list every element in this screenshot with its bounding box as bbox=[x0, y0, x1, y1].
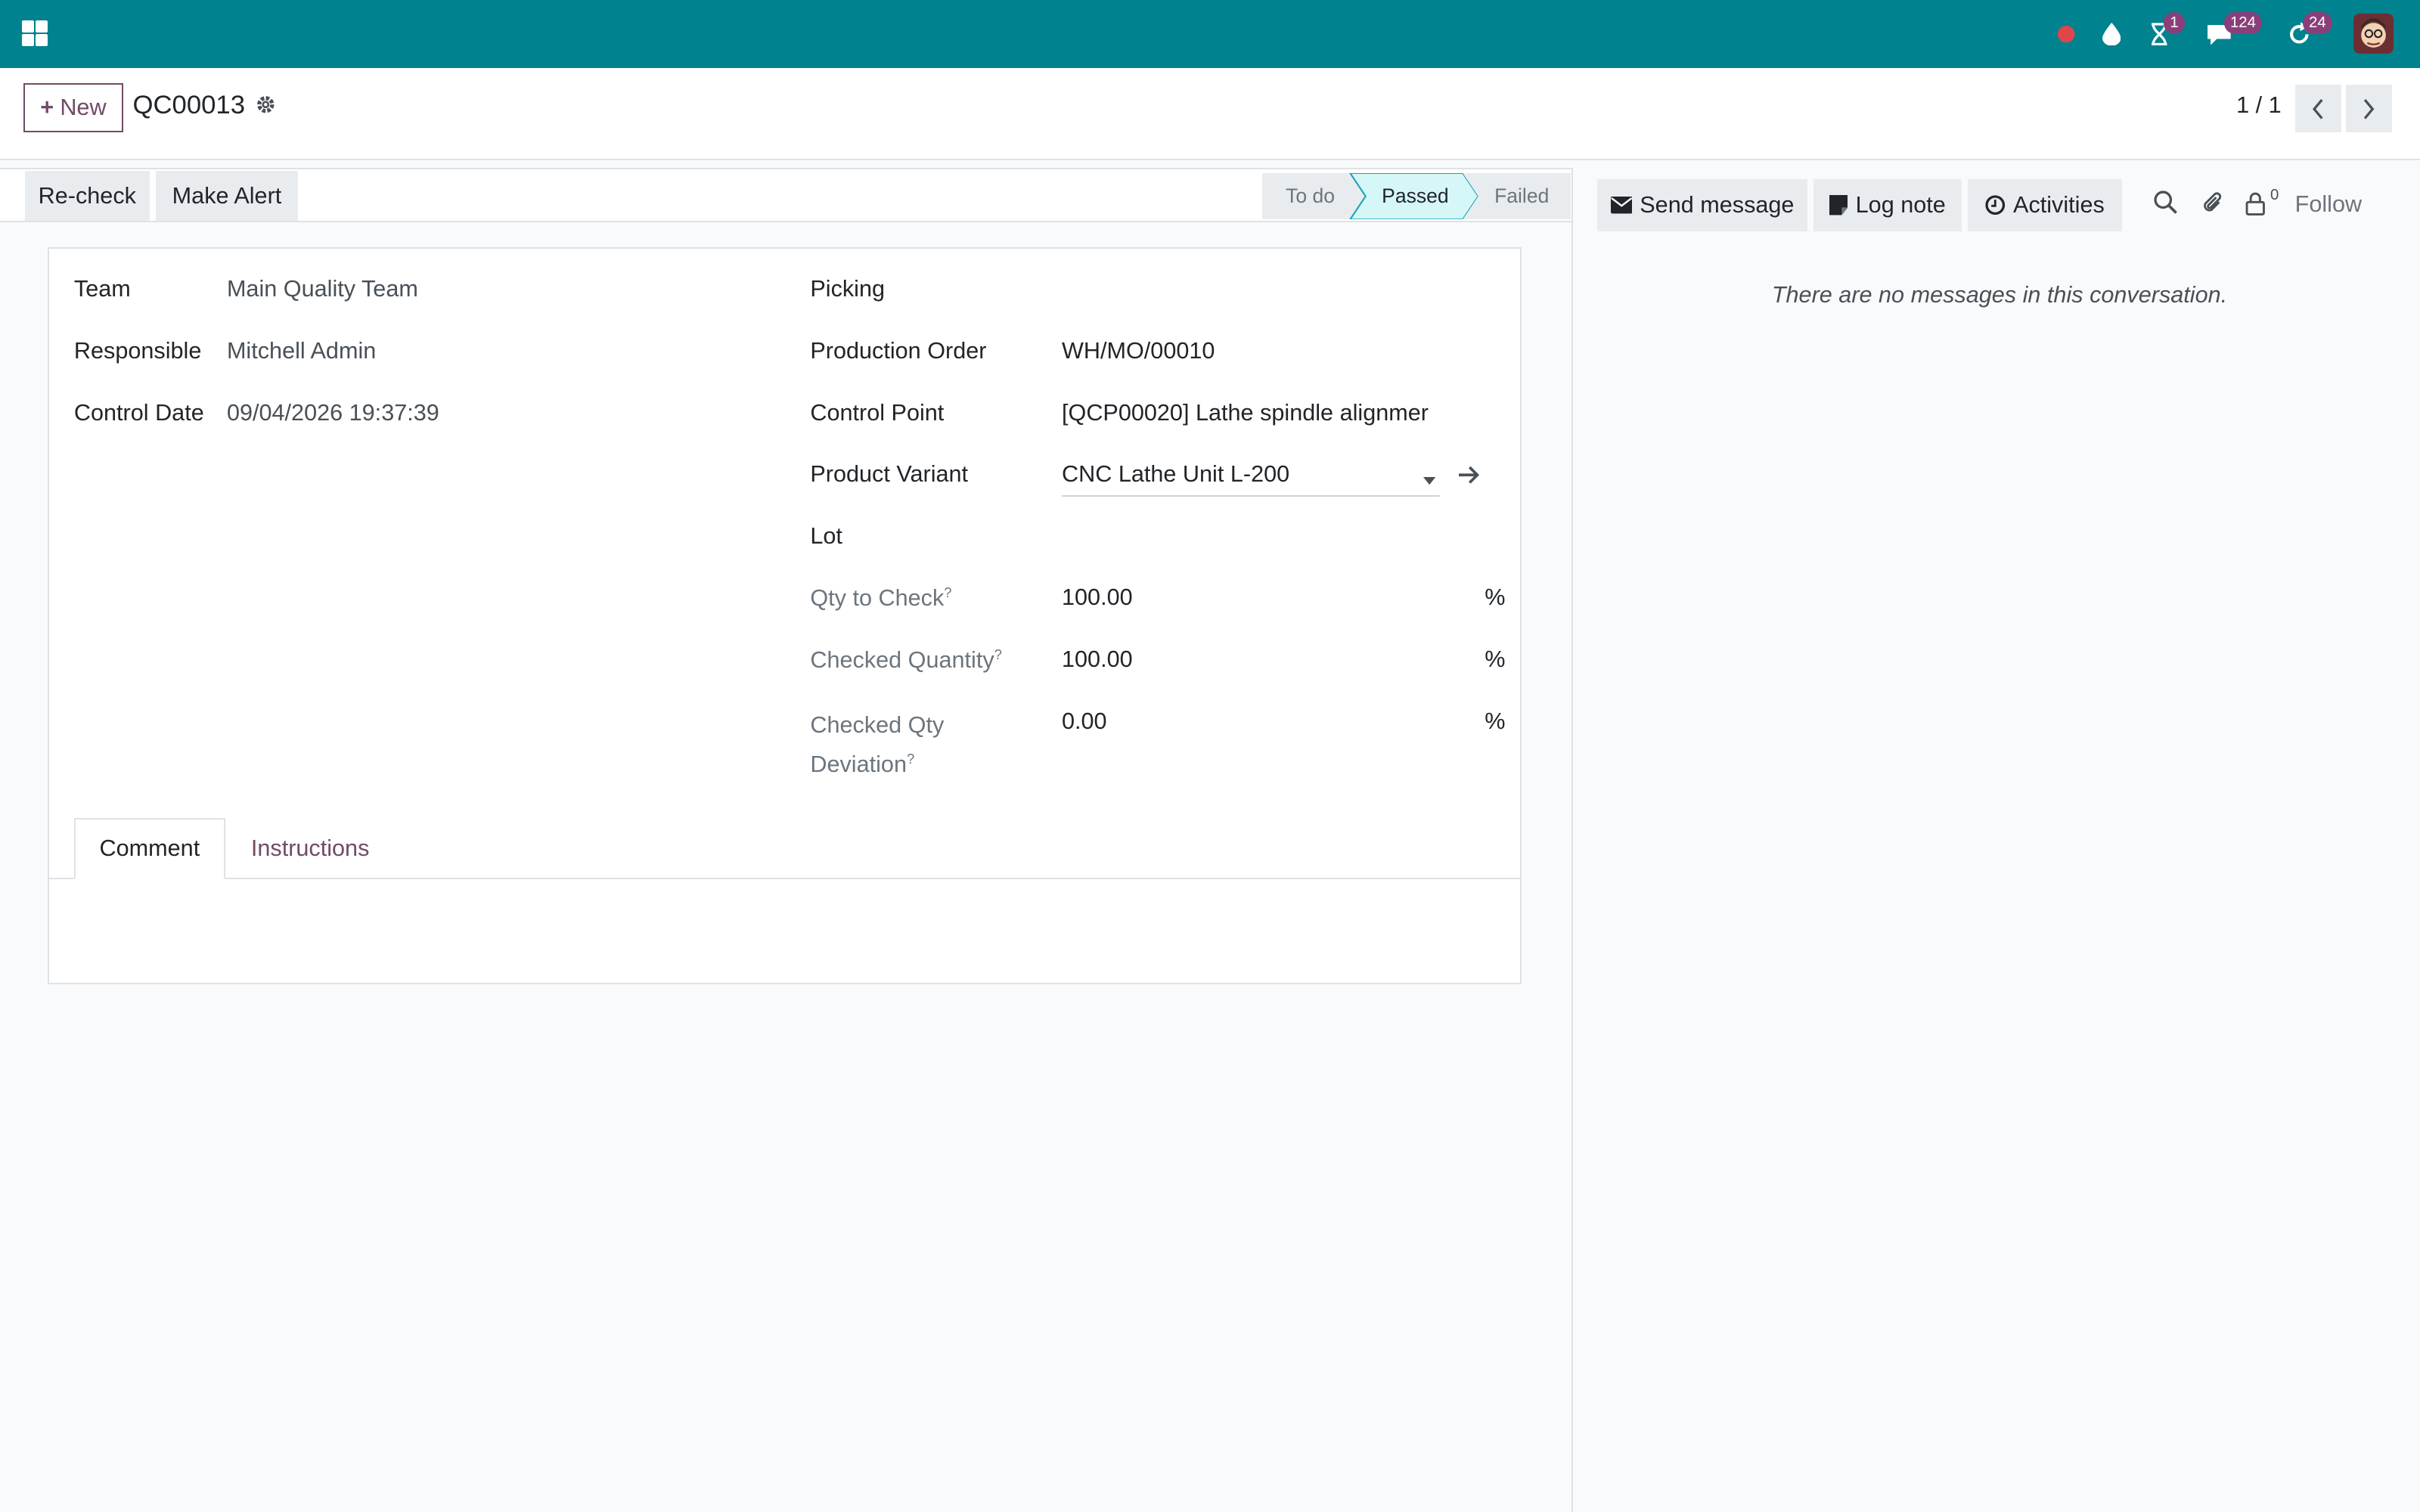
activities-label: Activities bbox=[2013, 191, 2105, 218]
send-message-label: Send message bbox=[1640, 191, 1795, 218]
followers-count: 0 bbox=[2270, 186, 2279, 203]
form-statusbar: Re-check Make Alert To do Passed Failed bbox=[0, 168, 1571, 222]
note-icon bbox=[1829, 195, 1848, 215]
app-menu-icon[interactable] bbox=[21, 20, 48, 47]
production-order-field[interactable]: WH/MO/00010 bbox=[1062, 338, 1215, 364]
team-label: Team bbox=[73, 276, 131, 302]
stage-passed[interactable]: Passed bbox=[1364, 173, 1466, 219]
updates-refresh-icon[interactable]: 24 bbox=[2282, 0, 2332, 68]
responsible-label: Responsible bbox=[73, 337, 202, 364]
product-variant-value: CNC Lathe Unit L-200 bbox=[1062, 461, 1290, 488]
pager-value[interactable]: 1 / 1 bbox=[2236, 92, 2282, 119]
lock-icon[interactable] bbox=[2245, 191, 2266, 216]
follow-button[interactable]: Follow bbox=[2295, 191, 2362, 218]
plus-icon: + bbox=[40, 94, 54, 121]
recheck-button[interactable]: Re-check bbox=[24, 171, 150, 221]
recording-dot-icon[interactable] bbox=[2052, 0, 2080, 68]
form-sheet: Team Main Quality Team Responsible Mitch… bbox=[48, 246, 1522, 985]
qty-to-check-field[interactable]: 100.00 bbox=[1062, 584, 1133, 611]
chatter-divider bbox=[1571, 168, 1573, 1512]
stage-failed[interactable]: Failed bbox=[1478, 173, 1565, 219]
messages-chat-icon[interactable]: 124 bbox=[2201, 0, 2263, 68]
checked-qty-deviation-field[interactable]: 0.00 bbox=[1062, 708, 1107, 735]
log-note-button[interactable]: Log note bbox=[1813, 178, 1962, 232]
team-field[interactable]: Main Quality Team bbox=[227, 276, 418, 302]
top-navbar: 1 124 24 bbox=[0, 0, 2420, 68]
messages-badge: 124 bbox=[2223, 12, 2263, 34]
responsible-field[interactable]: Mitchell Admin bbox=[227, 338, 376, 364]
picking-label: Picking bbox=[810, 276, 886, 302]
activities-badge: 1 bbox=[2164, 12, 2185, 34]
checked-quantity-unit: % bbox=[1485, 646, 1506, 673]
checked-qty-deviation-label: Checked Qty Deviation? bbox=[810, 711, 945, 777]
activities-button[interactable]: Activities bbox=[1968, 178, 2123, 232]
product-variant-field[interactable]: CNC Lathe Unit L-200 bbox=[1062, 458, 1440, 497]
log-note-label: Log note bbox=[1855, 191, 1946, 218]
activities-hourglass-icon[interactable]: 1 bbox=[2142, 0, 2185, 68]
make-alert-button[interactable]: Make Alert bbox=[156, 171, 298, 221]
record-name: QC00013 bbox=[132, 91, 246, 120]
pager-next-button[interactable] bbox=[2346, 85, 2393, 133]
tab-instructions[interactable]: Instructions bbox=[228, 818, 392, 880]
search-icon[interactable] bbox=[2153, 190, 2178, 215]
control-date-label: Control Date bbox=[73, 399, 204, 426]
production-order-label: Production Order bbox=[810, 337, 987, 364]
stage-todo[interactable]: To do bbox=[1262, 173, 1358, 219]
paperclip-icon[interactable] bbox=[2201, 190, 2226, 216]
lot-label: Lot bbox=[810, 522, 842, 549]
arrow-right-icon[interactable] bbox=[1458, 466, 1481, 485]
envelope-icon bbox=[1610, 197, 1633, 214]
empty-conversation-text: There are no messages in this conversati… bbox=[1771, 282, 2228, 308]
pager-previous-button[interactable] bbox=[2294, 85, 2341, 133]
control-date-field[interactable]: 09/04/2026 19:37:39 bbox=[227, 400, 439, 426]
updates-badge: 24 bbox=[2302, 12, 2332, 34]
control-point-label: Control Point bbox=[810, 399, 945, 426]
user-avatar[interactable] bbox=[2353, 14, 2394, 54]
chevron-left-icon bbox=[2313, 98, 2323, 119]
caret-down-icon bbox=[1423, 476, 1435, 485]
qty-to-check-label: Qty to Check? bbox=[810, 584, 952, 612]
qty-to-check-unit: % bbox=[1485, 584, 1506, 611]
drop-icon[interactable] bbox=[2097, 0, 2125, 68]
gear-icon[interactable] bbox=[255, 94, 277, 122]
clock-icon bbox=[1985, 195, 2006, 215]
send-message-button[interactable]: Send message bbox=[1597, 178, 1807, 232]
checked-quantity-field[interactable]: 100.00 bbox=[1062, 646, 1133, 673]
new-button-label: New bbox=[60, 94, 107, 121]
chevron-right-icon bbox=[2364, 98, 2375, 119]
checked-qty-deviation-unit: % bbox=[1485, 708, 1506, 734]
checked-quantity-label: Checked Quantity? bbox=[810, 646, 1002, 674]
control-point-field[interactable]: [QCP00020] Lathe spindle alignmer bbox=[1062, 400, 1429, 426]
new-button[interactable]: + New bbox=[23, 83, 124, 133]
control-panel: + New QC00013 1 / 1 bbox=[0, 67, 2420, 161]
tab-comment[interactable]: Comment bbox=[73, 817, 225, 880]
product-variant-label: Product Variant bbox=[810, 461, 969, 488]
